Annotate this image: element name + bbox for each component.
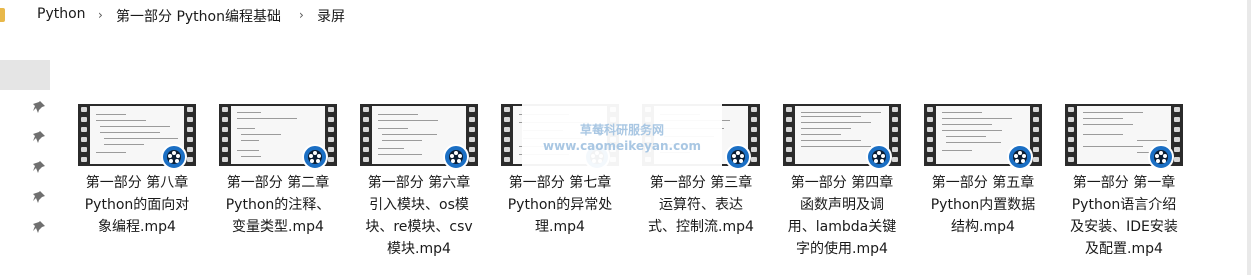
file-item[interactable]: 第一部分 第一章 Python语言介绍 及安装、IDE安装 及配置.mp4 [1053, 104, 1183, 264]
file-name: 第一部分 第三章 运算符、表达 式、控制流.mp4 [630, 172, 772, 238]
breadcrumb-item-recordings[interactable]: 录屏 [317, 6, 345, 26]
file-name-line: 变量类型.mp4 [232, 219, 324, 235]
video-reel-icon [1007, 144, 1033, 170]
file-name-line: Python的异常处 [507, 197, 613, 213]
chevron-right-icon[interactable]: › [299, 8, 304, 22]
quick-access-sidebar [0, 60, 50, 260]
video-reel-icon [443, 144, 469, 170]
film-sprockets [924, 104, 936, 166]
pin-icon[interactable] [32, 130, 46, 144]
file-name-line: 用、lambda关键 [787, 219, 897, 235]
file-name-line: 第一部分 第五章 [931, 175, 1035, 191]
video-reel-icon [302, 144, 328, 170]
breadcrumb: Python › 第一部分 Python编程基础 › 录屏 [0, 0, 1251, 32]
file-name: 第一部分 第八章 Python的面向对 象编程.mp4 [66, 172, 208, 238]
breadcrumb-item-part-one[interactable]: 第一部分 Python编程基础 [116, 6, 281, 26]
watermark-overlay: 草莓科研服务网 www.caomeikeyan.com [522, 104, 722, 174]
video-reel-icon [725, 144, 751, 170]
video-reel-icon [161, 144, 187, 170]
file-name: 第一部分 第六章 引入模块、os模 块、re模块、csv 模块.mp4 [348, 172, 490, 260]
breadcrumb-item-python[interactable]: Python [37, 6, 86, 22]
file-name-line: 块、re模块、csv [365, 219, 473, 235]
film-sprockets [360, 104, 372, 166]
film-sprockets [783, 104, 795, 166]
file-name-line: 字的使用.mp4 [796, 241, 888, 257]
file-name-line: 象编程.mp4 [98, 219, 176, 235]
film-sprockets [78, 104, 90, 166]
film-sprockets [219, 104, 231, 166]
chevron-right-icon[interactable]: › [98, 8, 103, 22]
scrollbar[interactable] [1247, 0, 1251, 275]
film-sprockets [501, 104, 513, 166]
file-name-line: 第一部分 第二章 [226, 175, 330, 191]
film-sprockets [1065, 104, 1077, 166]
pin-icon[interactable] [32, 160, 46, 174]
file-name: 第一部分 第二章 Python的注释、 变量类型.mp4 [207, 172, 349, 238]
file-name: 第一部分 第七章 Python的异常处 理.mp4 [489, 172, 631, 238]
file-name-line: 第一部分 第七章 [508, 175, 612, 191]
file-name: 第一部分 第一章 Python语言介绍 及安装、IDE安装 及配置.mp4 [1053, 172, 1195, 260]
file-name-line: 第一部分 第四章 [790, 175, 894, 191]
pin-icon[interactable] [32, 190, 46, 204]
file-item[interactable]: 第一部分 第五章 Python内置数据 结构.mp4 [912, 104, 1042, 264]
watermark-url: www.caomeikeyan.com [543, 139, 701, 153]
file-name-line: Python的面向对 [84, 197, 190, 213]
watermark-title: 草莓科研服务网 [579, 123, 664, 137]
file-name-line: 运算符、表达 [659, 197, 743, 213]
file-name-line: 结构.mp4 [951, 219, 1015, 235]
file-name-line: 式、控制流.mp4 [648, 219, 754, 235]
folder-icon [0, 8, 5, 22]
pin-icon[interactable] [32, 100, 46, 114]
file-item[interactable]: 第一部分 第四章 函数声明及调 用、lambda关键 字的使用.mp4 [771, 104, 901, 264]
video-reel-icon [1148, 144, 1174, 170]
file-name-line: 模块.mp4 [387, 241, 451, 257]
sidebar-selected-item[interactable] [0, 60, 50, 90]
file-name-line: 函数声明及调 [800, 197, 884, 213]
file-name-line: 及安装、IDE安装 [1070, 219, 1178, 235]
file-item[interactable]: 第一部分 第六章 引入模块、os模 块、re模块、csv 模块.mp4 [348, 104, 478, 264]
file-name-line: Python语言介绍 [1071, 197, 1177, 213]
file-name-line: 第一部分 第三章 [649, 175, 753, 191]
pin-icon[interactable] [32, 220, 46, 234]
file-name-line: 第一部分 第八章 [85, 175, 189, 191]
file-item[interactable]: 第一部分 第八章 Python的面向对 象编程.mp4 [66, 104, 196, 264]
file-name-line: 及配置.mp4 [1085, 241, 1163, 257]
video-reel-icon [866, 144, 892, 170]
file-name-line: Python的注释、 [225, 197, 331, 213]
file-name-line: 理.mp4 [535, 219, 585, 235]
file-name: 第一部分 第四章 函数声明及调 用、lambda关键 字的使用.mp4 [771, 172, 913, 260]
file-name-line: Python内置数据 [930, 197, 1036, 213]
file-name-line: 第一部分 第六章 [367, 175, 471, 191]
file-item[interactable]: 第一部分 第二章 Python的注释、 变量类型.mp4 [207, 104, 337, 264]
file-name: 第一部分 第五章 Python内置数据 结构.mp4 [912, 172, 1054, 238]
file-name-line: 第一部分 第一章 [1072, 175, 1176, 191]
file-name-line: 引入模块、os模 [369, 197, 469, 213]
